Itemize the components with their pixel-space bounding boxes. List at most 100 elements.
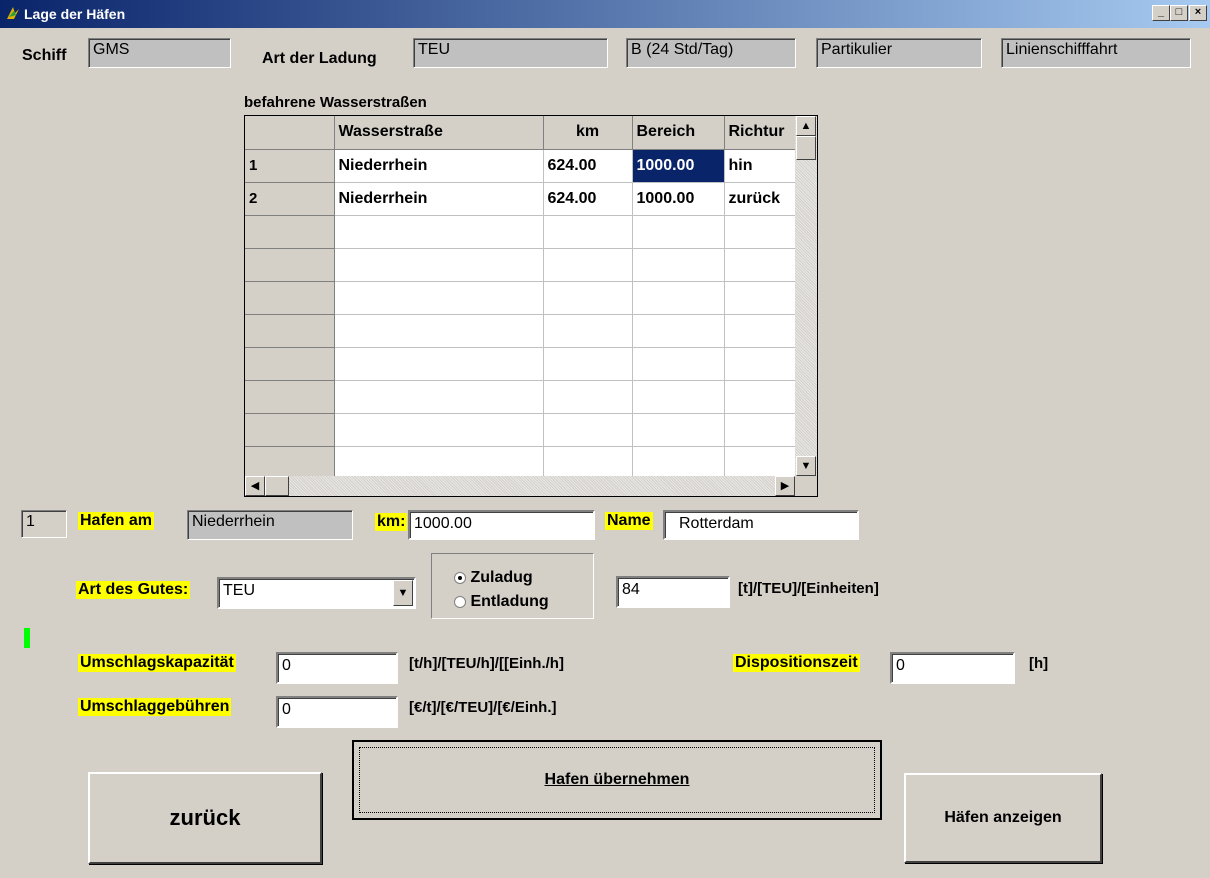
name-input[interactable]: Rotterdam [663, 510, 859, 540]
row-header[interactable] [245, 347, 335, 381]
scroll-left-arrow-icon[interactable]: ◀ [245, 476, 265, 496]
row-header[interactable]: 2 [245, 182, 335, 216]
cell-wasserstrasse[interactable] [334, 248, 544, 282]
cell-wasserstrasse[interactable]: Niederrhein [334, 149, 544, 183]
horizontal-scrollbar[interactable]: ◀ ▶ [245, 476, 795, 496]
row-header[interactable] [245, 446, 335, 480]
grid-caption: befahrene Wasserstraßen [244, 94, 427, 111]
cell-wasserstrasse[interactable] [334, 413, 544, 447]
cell-bereich[interactable] [632, 347, 725, 381]
cell-km[interactable] [543, 446, 633, 480]
cell-richtung[interactable]: zurück [724, 182, 800, 216]
cell-wasserstrasse[interactable] [334, 380, 544, 414]
table-row[interactable] [245, 347, 800, 381]
cell-richtung[interactable] [724, 314, 800, 348]
column-header-richtung[interactable]: Richtur [724, 116, 800, 150]
radio-entladung[interactable]: Entladung [454, 593, 549, 611]
cell-bereich[interactable] [632, 446, 725, 480]
dispositionszeit-unit: [h] [1029, 655, 1049, 672]
cell-richtung[interactable] [724, 446, 800, 480]
title-bar: Lage der Häfen _ □ × [0, 0, 1210, 28]
vertical-scrollbar[interactable]: ▲ ▼ [795, 116, 817, 476]
cell-bereich[interactable] [632, 314, 725, 348]
cell-richtung[interactable] [724, 281, 800, 315]
kapazitaet-unit: [t/h]/[TEU/h]/[[Einh./h] [409, 655, 564, 672]
table-row[interactable]: 1 Niederrhein 624.00 1000.00 hin [245, 149, 800, 183]
cell-km[interactable] [543, 413, 633, 447]
cell-wasserstrasse[interactable] [334, 446, 544, 480]
cell-wasserstrasse[interactable] [334, 347, 544, 381]
row-header[interactable] [245, 248, 335, 282]
radio-zuladung-button[interactable] [454, 571, 466, 584]
gut-select[interactable]: TEU ▼ [217, 577, 416, 609]
maximize-button[interactable]: □ [1170, 5, 1188, 21]
schiff-label: Schiff [22, 47, 67, 64]
dispositionszeit-input[interactable]: 0 [890, 652, 1015, 684]
cell-km[interactable] [543, 380, 633, 414]
column-header-km[interactable]: km [543, 116, 633, 150]
table-row[interactable] [245, 380, 800, 414]
column-header-bereich[interactable]: Bereich [632, 116, 725, 150]
km-input[interactable]: 1000.00 [408, 510, 595, 540]
cell-wasserstrasse[interactable]: Niederrhein [334, 182, 544, 216]
cell-bereich[interactable]: 1000.00 [632, 182, 725, 216]
kapazitaet-input[interactable]: 0 [276, 652, 398, 684]
cell-bereich[interactable] [632, 248, 725, 282]
table-row[interactable]: 2 Niederrhein 624.00 1000.00 zurück [245, 182, 800, 216]
cell-richtung[interactable] [724, 215, 800, 249]
close-button[interactable]: × [1189, 5, 1207, 21]
cell-richtung[interactable]: hin [724, 149, 800, 183]
cell-km[interactable] [543, 248, 633, 282]
amount-input[interactable]: 84 [616, 576, 730, 608]
show-ports-button[interactable]: Häfen anzeigen [904, 773, 1102, 863]
cell-richtung[interactable] [724, 248, 800, 282]
cell-richtung[interactable] [724, 380, 800, 414]
table-row[interactable] [245, 281, 800, 315]
cell-bereich-selected[interactable]: 1000.00 [632, 149, 725, 183]
row-header[interactable] [245, 314, 335, 348]
scroll-down-arrow-icon[interactable]: ▼ [796, 456, 816, 476]
scroll-thumb[interactable] [796, 136, 816, 160]
cell-km[interactable]: 624.00 [543, 182, 633, 216]
cell-richtung[interactable] [724, 347, 800, 381]
cell-richtung[interactable] [724, 413, 800, 447]
cell-bereich[interactable] [632, 281, 725, 315]
table-row[interactable] [245, 248, 800, 282]
cell-km[interactable] [543, 347, 633, 381]
back-button[interactable]: zurück [88, 772, 322, 864]
cell-bereich[interactable] [632, 413, 725, 447]
table-row[interactable] [245, 215, 800, 249]
cell-wasserstrasse[interactable] [334, 281, 544, 315]
cell-wasserstrasse[interactable] [334, 314, 544, 348]
gebuehren-input[interactable]: 0 [276, 696, 398, 728]
cell-km[interactable] [543, 281, 633, 315]
hafen-waterway-field: Niederrhein [187, 510, 353, 540]
cell-wasserstrasse[interactable] [334, 215, 544, 249]
column-header-wasserstrasse[interactable]: Wasserstraße [334, 116, 544, 150]
load-type-group: Zuladug Entladung [431, 553, 594, 619]
cell-km[interactable] [543, 215, 633, 249]
dropdown-arrow-icon[interactable]: ▼ [393, 580, 413, 606]
radio-entladung-button[interactable] [454, 595, 466, 608]
cell-bereich[interactable] [632, 380, 725, 414]
cell-bereich[interactable] [632, 215, 725, 249]
hscroll-thumb[interactable] [265, 476, 289, 496]
radio-zuladung[interactable]: Zuladug [454, 569, 533, 587]
scroll-right-arrow-icon[interactable]: ▶ [775, 476, 795, 496]
table-row[interactable] [245, 314, 800, 348]
row-header[interactable]: 1 [245, 149, 335, 183]
row-header[interactable] [245, 413, 335, 447]
scroll-up-arrow-icon[interactable]: ▲ [796, 116, 816, 136]
waterway-grid[interactable]: Wasserstraße km Bereich Richtur 1 Nieder… [244, 115, 818, 497]
minimize-button[interactable]: _ [1152, 5, 1170, 21]
row-header[interactable] [245, 380, 335, 414]
scroll-corner [795, 476, 817, 496]
row-header[interactable] [245, 281, 335, 315]
accept-port-button[interactable]: Hafen übernehmen [352, 740, 882, 820]
cell-km[interactable]: 624.00 [543, 149, 633, 183]
table-row[interactable] [245, 413, 800, 447]
cell-km[interactable] [543, 314, 633, 348]
gebuehren-label: Umschlaggebühren [78, 698, 232, 716]
row-header[interactable] [245, 215, 335, 249]
table-row[interactable] [245, 446, 800, 480]
